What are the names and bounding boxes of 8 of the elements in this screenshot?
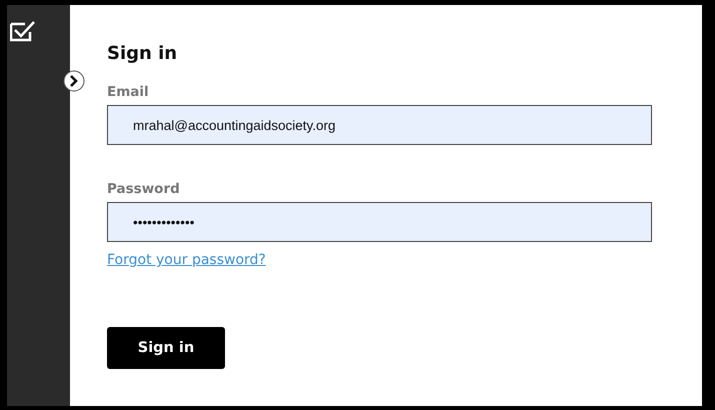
input-field[interactable]: mrahal@accountingaidsociety.org xyxy=(107,105,652,145)
expand-icon[interactable] xyxy=(63,70,85,92)
input-field[interactable]: ••••••••••••• xyxy=(107,202,652,242)
page-title: Sign in xyxy=(107,43,178,64)
field-label: Email xyxy=(107,84,149,100)
checkbox-icon[interactable] xyxy=(10,20,36,42)
field-label: Password xyxy=(107,181,180,197)
sign-in-button[interactable]: Sign in xyxy=(107,327,225,369)
